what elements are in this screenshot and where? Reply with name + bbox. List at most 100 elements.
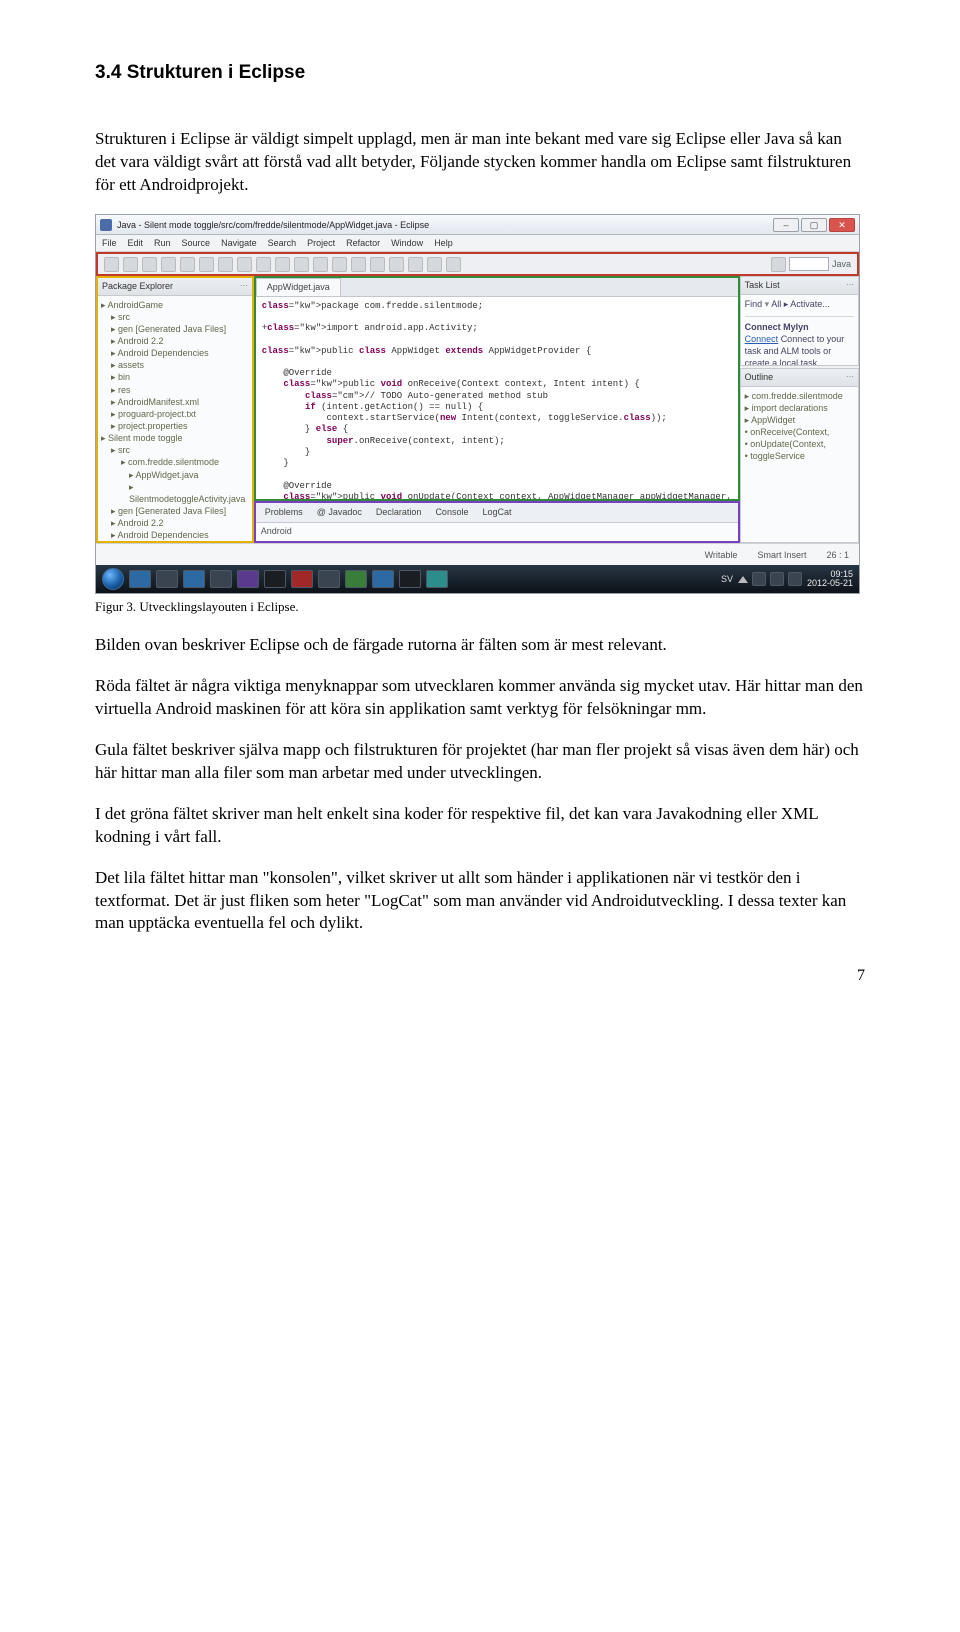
toolbar-icon[interactable] [389,257,404,272]
start-orb-icon[interactable] [102,568,124,590]
perspective-label: Java [832,258,851,270]
window-title: Java - Silent mode toggle/src/com/fredde… [117,219,429,231]
status-smart-insert: Smart Insert [757,549,806,561]
package-explorer-title: Package Explorer [102,280,173,292]
toolbar-icon[interactable] [408,257,423,272]
taskbar-app-icon[interactable] [318,570,340,588]
windows-taskbar: SV 09:15 2012-05-21 [96,565,859,593]
toolbar-icon[interactable] [275,257,290,272]
taskbar-lang[interactable]: SV [721,573,733,585]
taskbar-spotify-icon[interactable] [345,570,367,588]
toolbar-icon[interactable] [256,257,271,272]
tab-console[interactable]: Console [430,505,473,519]
tab-javadoc[interactable]: @ Javadoc [312,505,367,519]
outline-tree[interactable]: ▸ com.fredde.silentmode▸ import declarat… [741,387,858,466]
menu-project[interactable]: Project [307,237,335,249]
taskbar-app-icon[interactable] [426,570,448,588]
taskbar-photoshop-icon[interactable] [399,570,421,588]
taskbar-app-icon[interactable] [183,570,205,588]
tab-declaration[interactable]: Declaration [371,505,427,519]
intro-paragraph: Strukturen i Eclipse är väldigt simpelt … [95,128,865,197]
taskbar-app-icon[interactable] [156,570,178,588]
clock-date: 2012-05-21 [807,579,853,589]
minimize-button[interactable]: – [773,218,799,232]
pane-toolbar-icon[interactable]: ⋯ [846,280,854,291]
outline-title: Outline [745,371,774,383]
project-tree[interactable]: ▸ AndroidGame▸ src▸ gen [Generated Java … [98,296,252,542]
window-titlebar: Java - Silent mode toggle/src/com/fredde… [96,215,859,235]
toolbar-icon[interactable] [446,257,461,272]
task-list-title: Task List [745,279,780,291]
toolbar-icon[interactable] [351,257,366,272]
toolbar-icon[interactable] [237,257,252,272]
toolbar-icon[interactable] [294,257,309,272]
menu-search[interactable]: Search [268,237,297,249]
tab-logcat[interactable]: LogCat [477,505,516,519]
menu-navigate[interactable]: Navigate [221,237,257,249]
toolbar-icon[interactable] [199,257,214,272]
paragraph-purple: Det lila fältet hittar man "konsolen", v… [95,867,865,936]
pane-toolbar-icon[interactable]: ⋯ [240,281,248,292]
menu-source[interactable]: Source [182,237,211,249]
menu-file[interactable]: File [102,237,117,249]
outline-pane: Outline ⋯ ▸ com.fredde.silentmode▸ impor… [740,368,859,543]
package-explorer-yellow-highlight: Package Explorer ⋯ ▸ AndroidGame▸ src▸ g… [96,276,254,543]
figure-3: Java - Silent mode toggle/src/com/fredde… [95,214,865,616]
maximize-button[interactable]: ▢ [801,218,827,232]
toolbar-icon[interactable] [370,257,385,272]
tray-show-hidden-icon[interactable] [738,576,748,583]
toolbar-icon[interactable] [313,257,328,272]
menu-run[interactable]: Run [154,237,171,249]
toolbar-icon[interactable] [104,257,119,272]
editor-tab[interactable]: AppWidget.java [256,278,341,295]
app-icon [100,219,112,231]
toolbar-red-highlight: Java [96,252,859,276]
toolbar-icon[interactable] [218,257,233,272]
tray-icon[interactable] [770,572,784,586]
perspective-java[interactable] [789,257,829,271]
toolbar-icon[interactable] [427,257,442,272]
toolbar-icon[interactable] [332,257,347,272]
toolbar-icon[interactable] [161,257,176,272]
tasklist-find[interactable]: Find [745,299,763,309]
toolbar-icon[interactable] [142,257,157,272]
taskbar-clock[interactable]: 09:15 2012-05-21 [807,570,853,590]
status-bar: Writable Smart Insert 26 : 1 [96,543,859,565]
taskbar-app-icon[interactable] [210,570,232,588]
status-writable: Writable [705,549,738,561]
open-perspective-icon[interactable] [771,257,786,272]
close-button[interactable]: ✕ [829,218,855,232]
taskbar-word-icon[interactable] [372,570,394,588]
menu-refactor[interactable]: Refactor [346,237,380,249]
console-purple-highlight: Problems @ Javadoc Declaration Console L… [254,501,740,543]
window-buttons: – ▢ ✕ [773,218,855,232]
tasklist-filter[interactable]: All ▸ Activate... [771,299,830,309]
console-body: Android [256,523,738,539]
editor-green-highlight: AppWidget.java class="kw">package com.fr… [254,276,740,501]
mylyn-connect-link[interactable]: Connect [745,334,779,344]
taskbar-app-icon[interactable] [264,570,286,588]
toolbar-icon[interactable] [180,257,195,272]
tray-icon[interactable] [788,572,802,586]
toolbar-icon[interactable] [123,257,138,272]
code-editor[interactable]: class="kw">package com.fredde.silentmode… [256,297,738,500]
figure-caption: Figur 3. Utvecklingslayouten i Eclipse. [95,598,865,616]
taskbar-filezilla-icon[interactable] [291,570,313,588]
section-heading: 3.4 Strukturen i Eclipse [95,60,865,86]
menu-help[interactable]: Help [434,237,453,249]
paragraph-red: Röda fältet är några viktiga menyknappar… [95,675,865,721]
menubar: File Edit Run Source Navigate Search Pro… [96,235,859,252]
taskbar-app-icon[interactable] [129,570,151,588]
menu-window[interactable]: Window [391,237,423,249]
paragraph-yellow: Gula fältet beskriver själva mapp och fi… [95,739,865,785]
tray-icon[interactable] [752,572,766,586]
page-number: 7 [95,965,865,987]
task-list-pane: Task List ⋯ Find ▾ All ▸ Activate... Con… [740,276,859,366]
paragraph-green: I det gröna fältet skriver man helt enke… [95,803,865,849]
menu-edit[interactable]: Edit [128,237,144,249]
status-cursor-pos: 26 : 1 [826,549,849,561]
eclipse-screenshot: Java - Silent mode toggle/src/com/fredde… [95,214,860,594]
taskbar-app-icon[interactable] [237,570,259,588]
pane-toolbar-icon[interactable]: ⋯ [846,372,854,383]
tab-problems[interactable]: Problems [260,505,308,519]
